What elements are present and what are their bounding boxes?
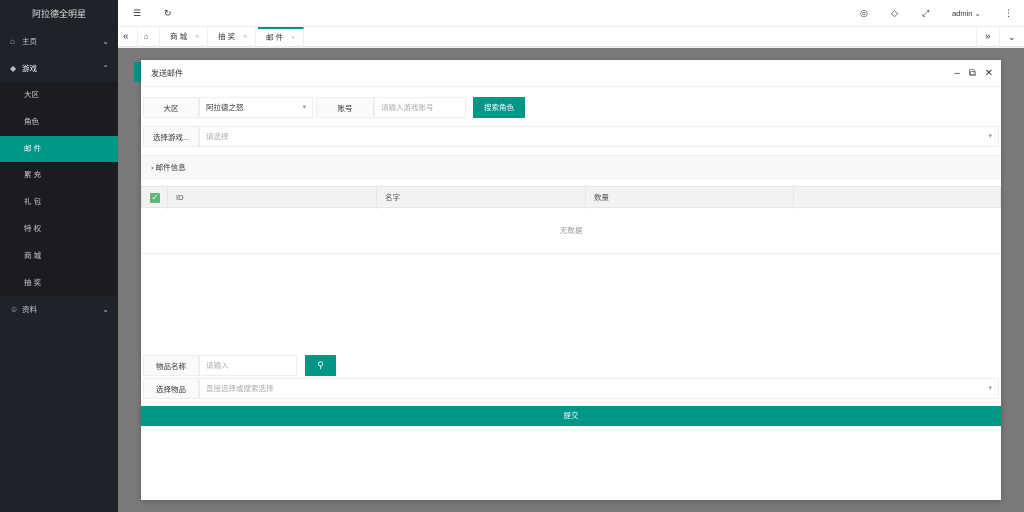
fullscreen-icon[interactable]: ⤢ bbox=[922, 0, 929, 27]
chevron-right-icon: › bbox=[151, 163, 154, 172]
sidebar-item-privilege[interactable]: 特 权 bbox=[0, 216, 118, 243]
sidebar: 阿拉德全明星 ⌂ 主页 ⌄ ◆ 游戏 ⌃ 大区 角色 邮 件 累 充 礼 包 特… bbox=[0, 0, 118, 512]
sidebar-item-label: 资料 bbox=[22, 305, 37, 315]
refresh-icon[interactable]: ↻ bbox=[164, 0, 172, 27]
table-header: ✓ ID 名字 数量 bbox=[141, 186, 1001, 209]
tag-icon[interactable]: ◇ bbox=[891, 0, 898, 27]
account-label: 账号 bbox=[316, 97, 374, 118]
tab-label: 商 城 bbox=[170, 32, 188, 41]
select-game-label: 选择游戏... bbox=[143, 126, 199, 147]
sidebar-item-label: 游戏 bbox=[22, 64, 37, 73]
select-all-cell: ✓ bbox=[142, 187, 168, 209]
tabs-menu-icon[interactable]: ⌄ bbox=[1000, 27, 1024, 47]
send-mail-dialog: 发送邮件 – ⧉ ✕ 大区 阿拉德之怒 ▾ 账号 请输入游戏账号 搜索角色 选择… bbox=[141, 60, 1001, 500]
sidebar-item-game[interactable]: ◆ 游戏 ⌃ bbox=[0, 55, 118, 82]
select-item-dropdown[interactable]: 直接选择或搜索选择 ▾ bbox=[199, 378, 999, 399]
mail-info-label: 邮件信息 bbox=[155, 163, 186, 172]
sidebar-item-gift[interactable]: 礼 包 bbox=[0, 189, 118, 216]
item-search-button[interactable]: ⚲ bbox=[305, 355, 336, 376]
close-icon[interactable]: × bbox=[243, 34, 247, 41]
sidebar-item-profile[interactable]: ☺ 资料 ⌄ bbox=[0, 296, 118, 323]
user-menu[interactable]: admin ⌄ bbox=[952, 0, 981, 27]
search-icon: ⚲ bbox=[317, 360, 324, 370]
sidebar-item-region[interactable]: 大区 bbox=[0, 82, 118, 109]
column-quantity: 数量 bbox=[586, 187, 794, 209]
tabs-prev-icon[interactable]: « bbox=[118, 27, 138, 47]
tab-label: 抽 奖 bbox=[218, 32, 236, 41]
caret-down-icon: ▾ bbox=[988, 133, 992, 140]
chevron-down-icon: ⌄ bbox=[102, 305, 109, 315]
maximize-icon[interactable]: ⧉ bbox=[969, 68, 976, 79]
tab-mail[interactable]: 邮 件 × bbox=[258, 27, 305, 47]
game-submenu: 大区 角色 邮 件 累 充 礼 包 特 权 商 城 抽 奖 bbox=[0, 82, 118, 297]
chevron-up-icon: ⌃ bbox=[102, 64, 109, 73]
close-icon[interactable]: ✕ bbox=[985, 68, 993, 79]
sidebar-item-label: 主页 bbox=[22, 37, 37, 46]
tabs-next-icon[interactable]: » bbox=[976, 27, 1000, 47]
select-item-label: 选择物品 bbox=[143, 378, 199, 399]
menu-toggle-icon[interactable]: ☰ bbox=[133, 0, 141, 27]
select-game-placeholder: 请选择 bbox=[206, 132, 229, 141]
app-title: 阿拉德全明星 bbox=[0, 0, 118, 28]
caret-down-icon: ▾ bbox=[988, 385, 992, 392]
close-icon[interactable]: × bbox=[195, 34, 199, 41]
item-name-label: 物品名称 bbox=[143, 355, 199, 376]
select-all-checkbox[interactable]: ✓ bbox=[150, 193, 160, 203]
caret-down-icon: ▾ bbox=[302, 104, 306, 111]
column-id: ID bbox=[168, 187, 377, 209]
sidebar-item-role[interactable]: 角色 bbox=[0, 109, 118, 136]
sidebar-item-recharge[interactable]: 累 充 bbox=[0, 162, 118, 189]
sidebar-item-lottery[interactable]: 抽 奖 bbox=[0, 270, 118, 297]
empty-state: 无数据 bbox=[141, 208, 1001, 254]
select-game-dropdown[interactable]: 请选择 ▾ bbox=[199, 126, 999, 147]
submit-button[interactable]: 提交 bbox=[141, 406, 1001, 426]
theme-icon[interactable]: ◎ bbox=[860, 0, 868, 27]
mail-info-collapse[interactable]: › 邮件信息 bbox=[141, 155, 1001, 179]
item-name-input[interactable]: 请输入 bbox=[199, 355, 297, 376]
region-value: 阿拉德之怒 bbox=[206, 103, 244, 112]
chevron-down-icon: ⌄ bbox=[974, 9, 981, 18]
close-icon[interactable]: × bbox=[291, 35, 295, 42]
region-select[interactable]: 阿拉德之怒 ▾ bbox=[199, 97, 313, 118]
tab-label: 邮 件 bbox=[266, 33, 284, 42]
chevron-down-icon: ⌄ bbox=[102, 37, 109, 46]
account-input[interactable]: 请输入游戏账号 bbox=[374, 97, 466, 118]
column-name: 名字 bbox=[377, 187, 586, 209]
home-tab-icon[interactable]: ⌂ bbox=[138, 27, 160, 47]
tab-shop[interactable]: 商 城 × bbox=[162, 27, 209, 47]
diamond-icon: ◆ bbox=[10, 64, 17, 73]
search-role-button[interactable]: 搜索角色 bbox=[473, 97, 525, 118]
tab-lottery[interactable]: 抽 奖 × bbox=[210, 27, 257, 47]
minimize-icon[interactable]: – bbox=[954, 68, 960, 79]
sidebar-item-home[interactable]: ⌂ 主页 ⌄ bbox=[0, 28, 118, 55]
user-icon: ☺ bbox=[10, 305, 19, 315]
sidebar-item-mail[interactable]: 邮 件 bbox=[0, 135, 118, 163]
region-label: 大区 bbox=[143, 97, 199, 118]
tabs-bar: « ⌂ 商 城 × 抽 奖 × 邮 件 × » ⌄ bbox=[118, 27, 1024, 47]
dialog-title: 发送邮件 bbox=[141, 60, 1001, 87]
sidebar-item-shop[interactable]: 商 城 bbox=[0, 243, 118, 270]
select-item-placeholder: 直接选择或搜索选择 bbox=[206, 384, 274, 393]
items-table: ✓ ID 名字 数量 无数据 bbox=[141, 186, 1001, 254]
username: admin bbox=[952, 9, 973, 18]
top-header: ☰ ↻ ◎ ◇ ⤢ admin ⌄ ⋮ bbox=[118, 0, 1024, 27]
more-icon[interactable]: ⋮ bbox=[1004, 0, 1013, 27]
home-icon: ⌂ bbox=[10, 37, 15, 46]
